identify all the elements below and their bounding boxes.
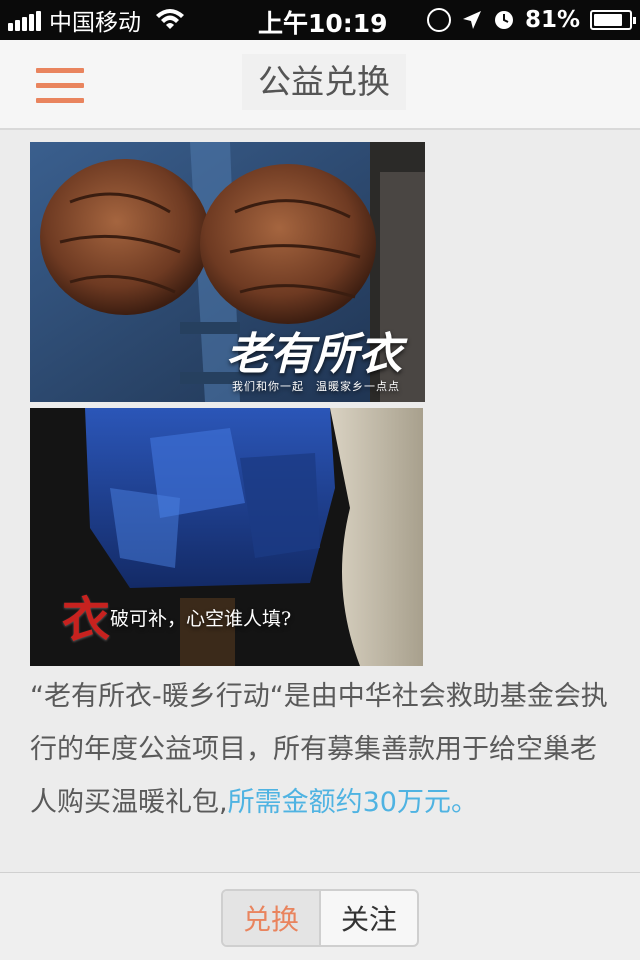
alarm-clock-icon: [494, 11, 513, 29]
bottom-action-bar: 兑换 关注: [0, 872, 640, 960]
photo-caption-text: 破可补，心空谁人填?: [110, 608, 292, 630]
page-title: 公益兑换: [242, 54, 406, 110]
battery-percentage: 81%: [524, 7, 580, 33]
hamburger-menu-icon[interactable]: [36, 68, 84, 104]
campaign-photo-clothes: 衣 破可补，心空谁人填?: [30, 408, 423, 666]
location-arrow-icon: [462, 11, 481, 29]
photo-caption-title: 老有所衣: [226, 329, 402, 380]
battery-icon: [590, 10, 636, 30]
navigation-bar: 公益兑换: [0, 40, 640, 130]
campaign-photo-hands: 老有所衣 我们和你一起 温暖家乡一点点: [30, 142, 425, 402]
clock: 上午10:19: [258, 9, 388, 38]
required-amount-text: 所需金额约30万元。: [227, 787, 478, 818]
photo-caption-subtitle: 我们和你一起 温暖家乡一点点: [232, 380, 400, 393]
follow-button[interactable]: 关注: [321, 891, 417, 945]
status-bar: 中国移动 上午10:19 81%: [0, 0, 640, 40]
carrier-name: 中国移动: [49, 10, 141, 36]
rotation-lock-icon: [426, 8, 451, 32]
wifi-icon: [156, 9, 184, 29]
signal-strength-icon: [8, 9, 41, 31]
photo-caption-highlight-char: 衣: [62, 592, 111, 648]
segmented-control: 兑换 关注: [221, 889, 419, 947]
content-area[interactable]: 老有所衣 我们和你一起 温暖家乡一点点 衣 破可补，心空谁人填? “老有所衣-暖…: [0, 130, 640, 872]
redeem-button[interactable]: 兑换: [223, 891, 321, 945]
campaign-description: “老有所衣-暖乡行动“是由中华社会救助基金会执行的年度公益项目，所有募集善款用于…: [30, 670, 610, 829]
